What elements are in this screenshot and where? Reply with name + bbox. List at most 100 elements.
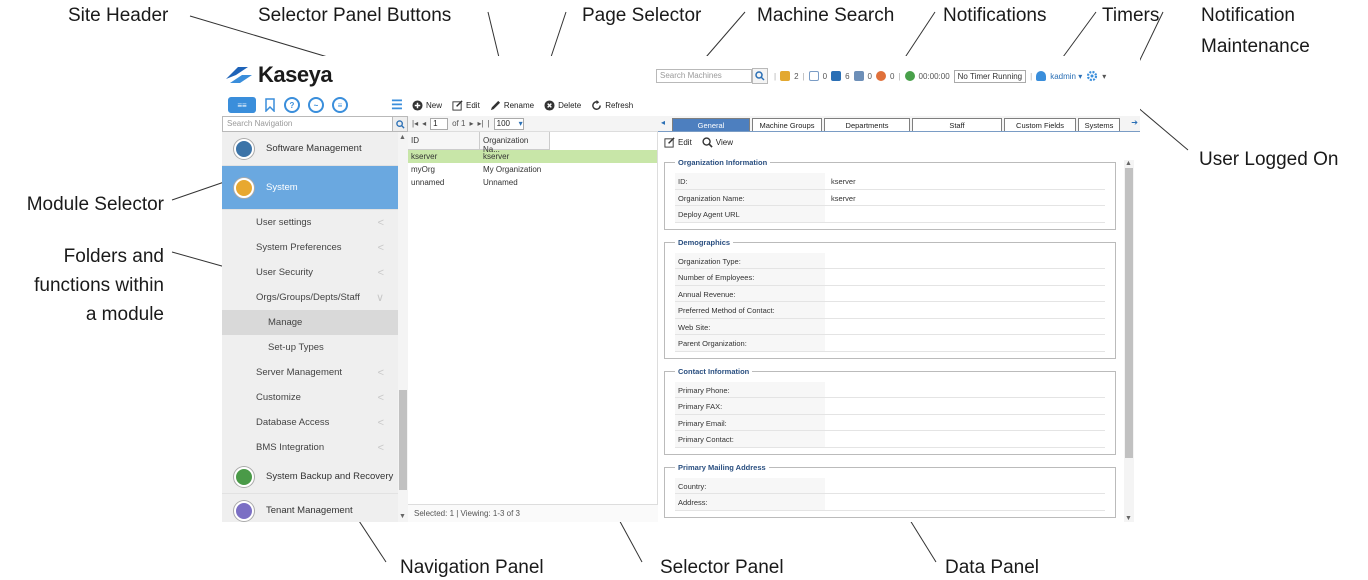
- table-row[interactable]: myOrg My Organization: [408, 163, 657, 176]
- nav-folder-user-security[interactable]: User Security <: [222, 260, 398, 285]
- field-row: Parent Organization:: [675, 335, 1105, 352]
- chevron-left-icon: <: [377, 391, 384, 404]
- nav-folder-user-settings[interactable]: User settings <: [222, 210, 398, 235]
- kaseya-logo-text: Kaseya: [258, 62, 333, 87]
- machines-offline-icon[interactable]: [853, 71, 864, 81]
- nav-function-manage[interactable]: Manage: [222, 310, 398, 335]
- data-panel-tabs: ◂ General Machine Groups Departments Sta…: [658, 116, 1140, 132]
- first-page-icon[interactable]: |◂: [412, 119, 418, 128]
- scrollbar-thumb[interactable]: [1125, 168, 1133, 458]
- data-edit-label: Edit: [678, 137, 692, 147]
- callout-module-selector: Module Selector: [26, 194, 164, 215]
- status-icon[interactable]: ~: [308, 97, 324, 113]
- refresh-button[interactable]: Refresh: [591, 99, 633, 111]
- maintenance-caret[interactable]: ▾: [1102, 72, 1106, 81]
- tab-departments[interactable]: Departments: [824, 118, 910, 131]
- field-label: Address:: [675, 494, 825, 510]
- nav-folder-orgs-groups-depts-staff[interactable]: Orgs/Groups/Depts/Staff ∨: [222, 285, 398, 310]
- alarm-clock-icon[interactable]: [875, 71, 886, 81]
- module-system-backup-and-recovery[interactable]: System Backup and Recovery: [222, 460, 398, 494]
- agent-procedure-count: 2: [794, 71, 799, 81]
- modules-view-icon[interactable]: ≡≡: [228, 97, 256, 113]
- user-icon: [1036, 71, 1047, 81]
- scroll-down-icon[interactable]: ▼: [1125, 515, 1132, 522]
- nav-function-set-up-types[interactable]: Set-up Types: [222, 335, 398, 360]
- nav-folder-customize[interactable]: Customize <: [222, 385, 398, 410]
- callout-selector-panel: Selector Panel: [660, 557, 784, 578]
- group-contact-information: Contact Information Primary Phone: Prima…: [664, 366, 1116, 455]
- delete-button[interactable]: Delete: [544, 99, 581, 111]
- chevron-left-icon: <: [377, 216, 384, 229]
- page-size-select[interactable]: 100 ▾: [493, 117, 524, 130]
- field-label: Organization Name:: [675, 189, 825, 205]
- nav-folder-server-management[interactable]: Server Management <: [222, 360, 398, 385]
- bookmark-icon[interactable]: [264, 97, 276, 113]
- plus-circle-icon: [412, 99, 423, 111]
- edit-icon: [452, 99, 463, 111]
- machine-search-button[interactable]: [752, 68, 768, 84]
- user-menu[interactable]: kadmin ▾: [1050, 72, 1082, 81]
- nav-folder-bms-integration[interactable]: BMS Integration <: [222, 435, 398, 460]
- group-title: Primary Mailing Address: [678, 462, 766, 472]
- edit-button[interactable]: Edit: [452, 99, 480, 111]
- timer-start-icon[interactable]: [904, 71, 915, 81]
- machine-search-input[interactable]: Search Machines: [656, 69, 752, 83]
- tab-general[interactable]: General: [672, 118, 750, 131]
- kaseya-logo[interactable]: Kaseya: [224, 62, 333, 88]
- navigation-search-input[interactable]: Search Navigation: [222, 116, 408, 132]
- data-view-button[interactable]: View: [702, 136, 733, 148]
- field-value: [825, 335, 1105, 351]
- table-row[interactable]: kserver kserver: [408, 150, 657, 163]
- field-row: Deploy Agent URL: [675, 206, 1105, 223]
- navigation-scrollbar[interactable]: ▲ ▼: [398, 132, 408, 522]
- field-row: Number of Employees:: [675, 269, 1105, 286]
- module-tenant-management[interactable]: Tenant Management: [222, 494, 398, 522]
- callout-user-logged-on: User Logged On: [1199, 149, 1339, 170]
- module-system[interactable]: System: [222, 166, 398, 210]
- system-icon: [234, 177, 254, 198]
- nav-folder-database-access[interactable]: Database Access <: [222, 410, 398, 435]
- machines-online-icon[interactable]: [831, 71, 842, 81]
- tab-scroll-right-icon[interactable]: ➔: [1131, 118, 1138, 127]
- scroll-up-icon[interactable]: ▲: [1125, 160, 1132, 167]
- module-label: Tenant Management: [266, 505, 353, 516]
- table-row[interactable]: unnamed Unnamed: [408, 176, 657, 189]
- hamburger-menu-icon[interactable]: ☰: [390, 97, 404, 113]
- group-demographics: Demographics Organization Type: Number o…: [664, 237, 1116, 359]
- field-value: [825, 206, 1105, 222]
- page-number-input[interactable]: 1: [430, 117, 449, 130]
- field-label: Primary Phone:: [675, 381, 825, 397]
- field-row: Country:: [675, 477, 1105, 494]
- mail-icon[interactable]: [808, 71, 819, 81]
- help-icon[interactable]: ?: [284, 97, 300, 113]
- module-software-management[interactable]: Software Management: [222, 132, 398, 166]
- data-panel-scrollbar[interactable]: ▲ ▼: [1124, 160, 1134, 522]
- column-header-id[interactable]: ID: [408, 132, 480, 150]
- database-icon[interactable]: ≡: [332, 97, 348, 113]
- data-edit-button[interactable]: Edit: [664, 136, 692, 148]
- new-button[interactable]: New: [412, 99, 442, 111]
- timer-status[interactable]: No Timer Running: [953, 69, 1027, 83]
- field-row: Address:: [675, 494, 1105, 511]
- next-page-icon[interactable]: ▸: [469, 119, 473, 128]
- callout-notifications: Notifications: [943, 5, 1047, 26]
- tab-custom-fields[interactable]: Custom Fields: [1004, 118, 1076, 131]
- tab-scroll-left-icon[interactable]: ◂: [661, 118, 665, 127]
- scroll-up-icon[interactable]: ▲: [399, 134, 406, 141]
- scroll-down-icon[interactable]: ▼: [399, 513, 406, 520]
- field-row: Primary Contact:: [675, 431, 1105, 448]
- previous-page-icon[interactable]: ◂: [422, 119, 426, 128]
- field-label: Parent Organization:: [675, 335, 825, 351]
- column-header-organization-name[interactable]: Organization Na...: [480, 132, 550, 154]
- rename-button[interactable]: Rename: [490, 100, 534, 111]
- gear-icon[interactable]: [1086, 70, 1098, 82]
- nav-folder-system-preferences[interactable]: System Preferences <: [222, 235, 398, 260]
- agent-procedure-icon[interactable]: [780, 71, 791, 81]
- scrollbar-thumb[interactable]: [399, 390, 407, 490]
- tab-staff[interactable]: Staff: [912, 118, 1002, 131]
- last-page-icon[interactable]: ▸|: [477, 119, 483, 128]
- navigation-search-button[interactable]: [392, 116, 408, 132]
- field-label: Primary Contact:: [675, 431, 825, 447]
- tab-machine-groups[interactable]: Machine Groups: [752, 118, 822, 131]
- tab-systems[interactable]: Systems: [1078, 118, 1120, 131]
